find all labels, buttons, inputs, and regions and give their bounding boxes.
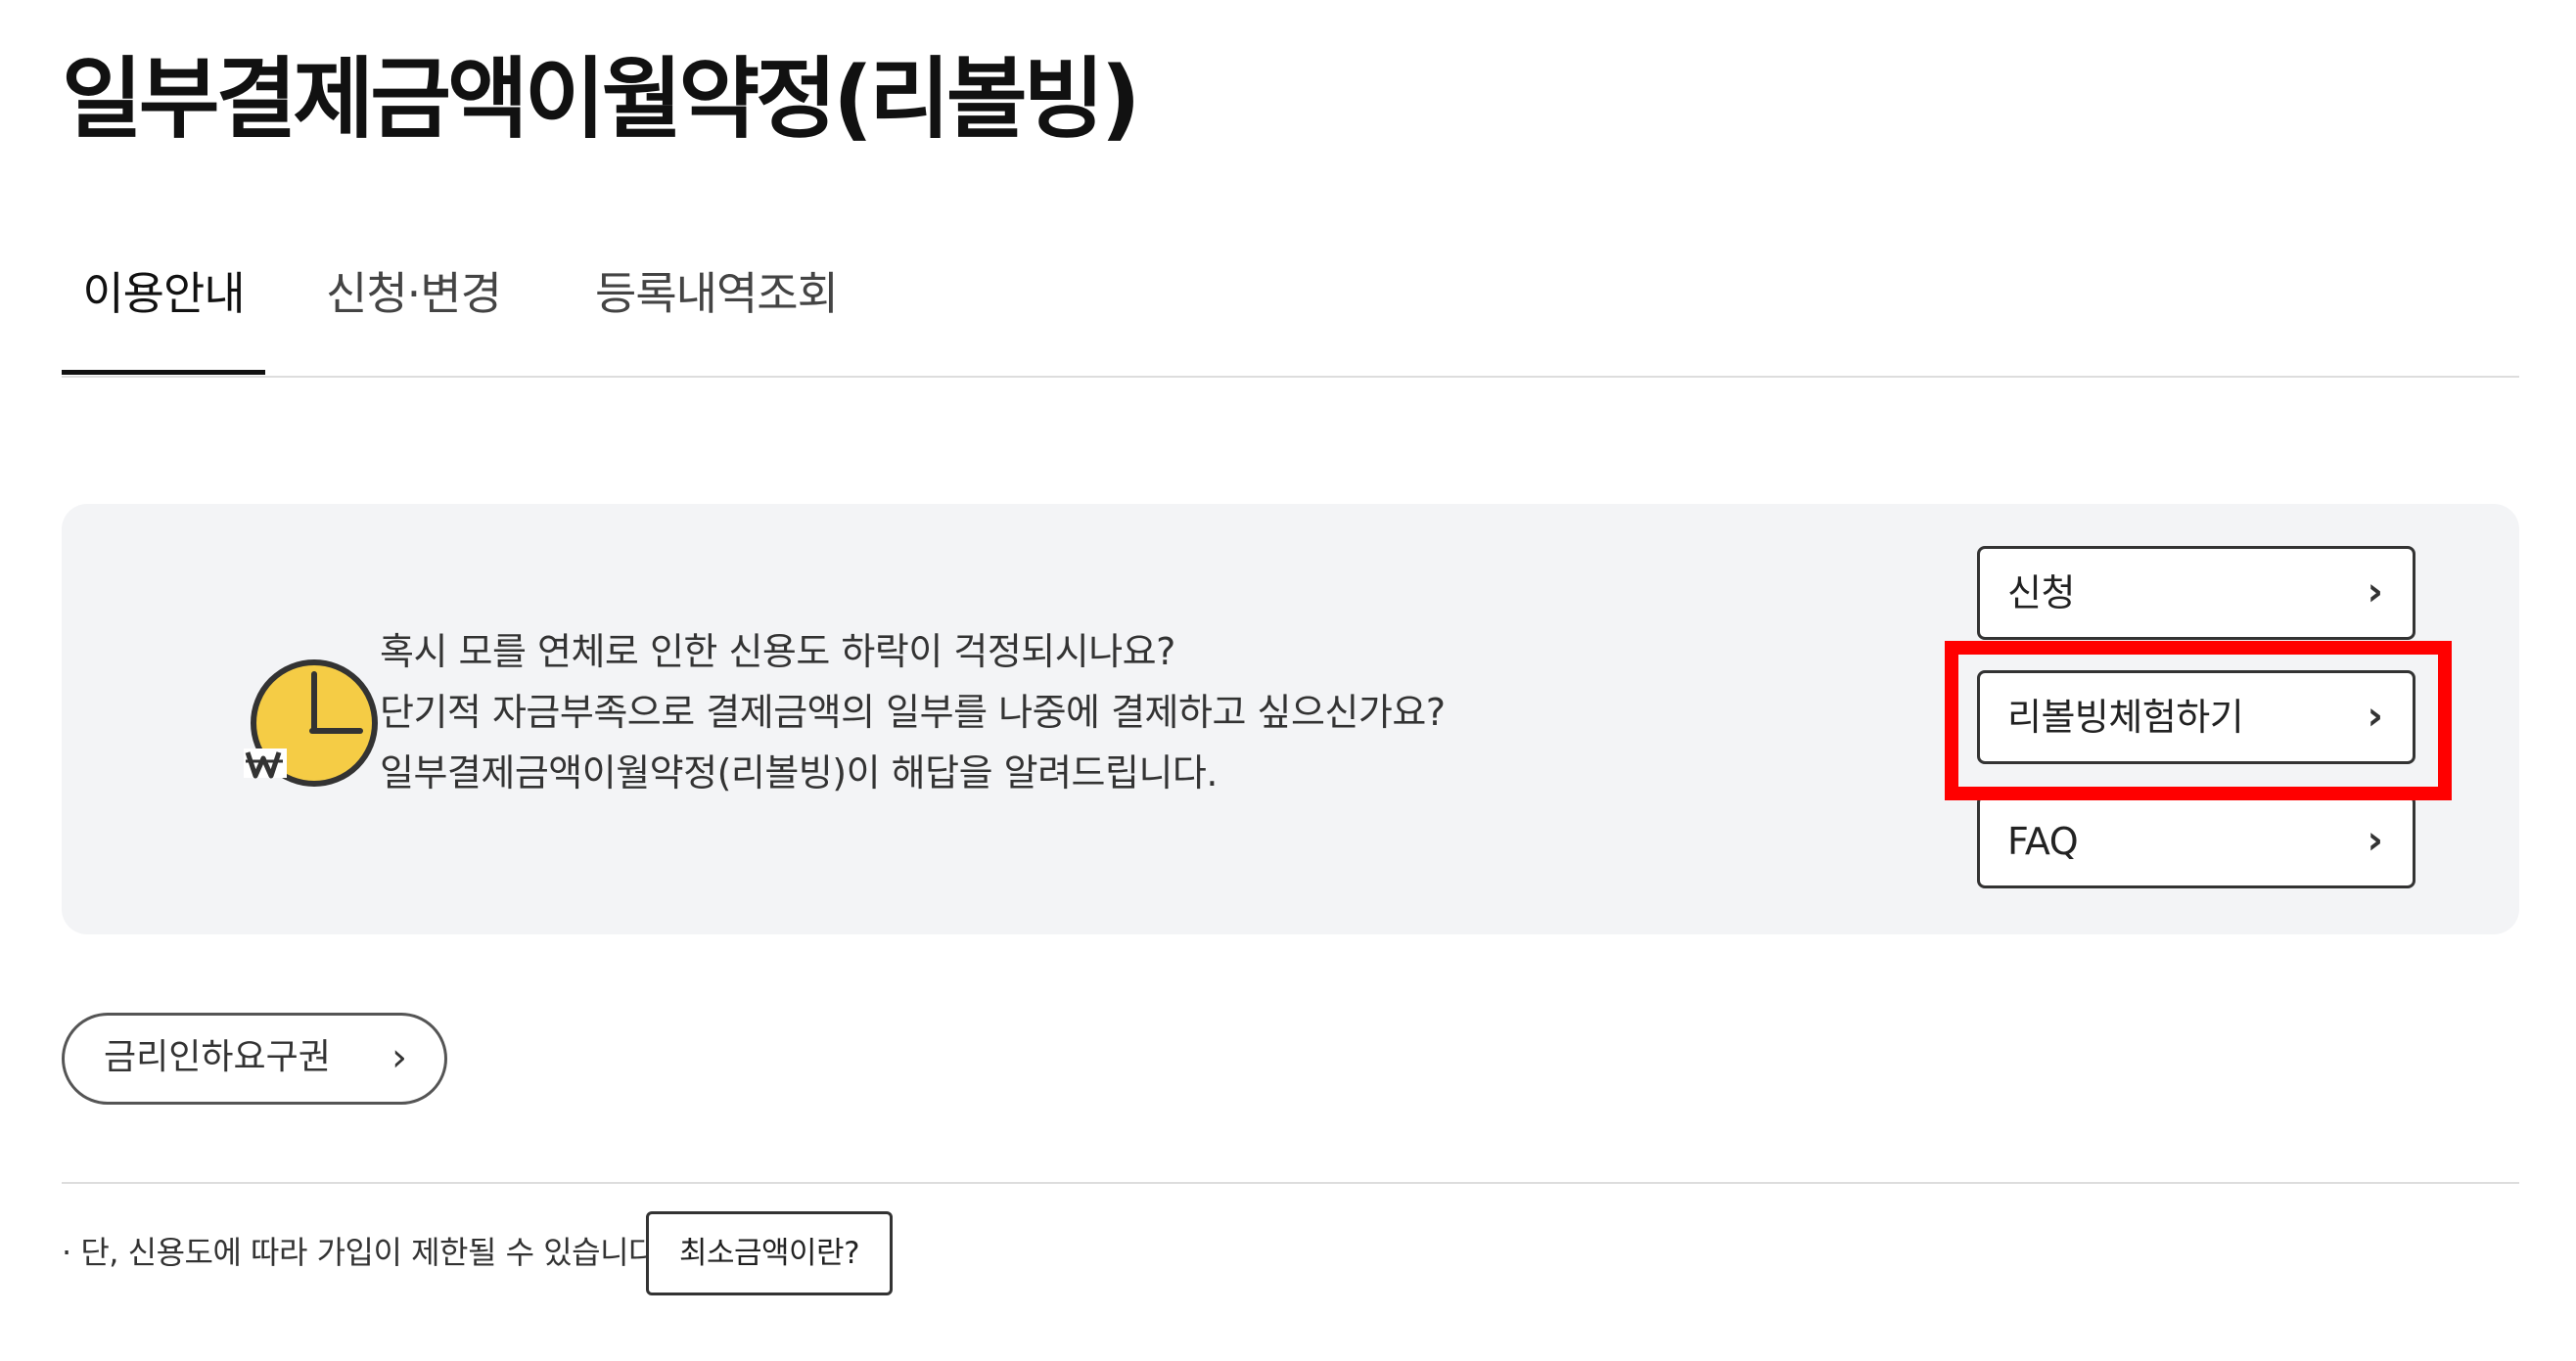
clock-won-icon bbox=[244, 659, 378, 787]
faq-button-label: FAQ bbox=[2007, 820, 2079, 863]
apply-button-label: 신청 bbox=[2007, 571, 2075, 614]
chevron-right-icon: › bbox=[391, 1035, 407, 1080]
highlight-box bbox=[1945, 641, 2452, 800]
apply-button[interactable]: 신청 › bbox=[1977, 546, 2415, 640]
faq-button[interactable]: FAQ › bbox=[1977, 794, 2415, 888]
rate-cut-request-button[interactable]: 금리인하요구권 › bbox=[62, 1013, 447, 1105]
min-amount-button[interactable]: 최소금액이란? bbox=[646, 1211, 893, 1295]
info-line: 일부결제금액이월약정(리볼빙)이 해답을 알려드립니다. bbox=[380, 751, 1218, 794]
divider bbox=[62, 1182, 2519, 1184]
tab-usage-guide[interactable]: 이용안내 bbox=[62, 247, 265, 375]
info-line: 단기적 자금부족으로 결제금액의 일부를 나중에 결제하고 싶으신가요? bbox=[380, 691, 1446, 734]
tab-apply-change[interactable]: 신청·변경 bbox=[326, 247, 502, 374]
chevron-right-icon: › bbox=[2367, 818, 2383, 863]
info-text: 혹시 모를 연체로 인한 신용도 하락이 걱정되시나요? 단기적 자금부족으로 … bbox=[380, 621, 1446, 803]
tab-bar: 이용안내 신청·변경 등록내역조회 bbox=[62, 247, 2519, 378]
rate-cut-request-label: 금리인하요구권 bbox=[104, 1037, 331, 1077]
footnote: · 단, 신용도에 따라 가입이 제한될 수 있습니다. bbox=[62, 1234, 667, 1271]
info-line: 혹시 모를 연체로 인한 신용도 하락이 걱정되시나요? bbox=[380, 630, 1175, 673]
chevron-right-icon: › bbox=[2367, 569, 2383, 614]
tab-registration-history[interactable]: 등록내역조회 bbox=[595, 247, 839, 374]
page-title: 일부결제금액이월약정(리볼빙) bbox=[62, 48, 1141, 151]
